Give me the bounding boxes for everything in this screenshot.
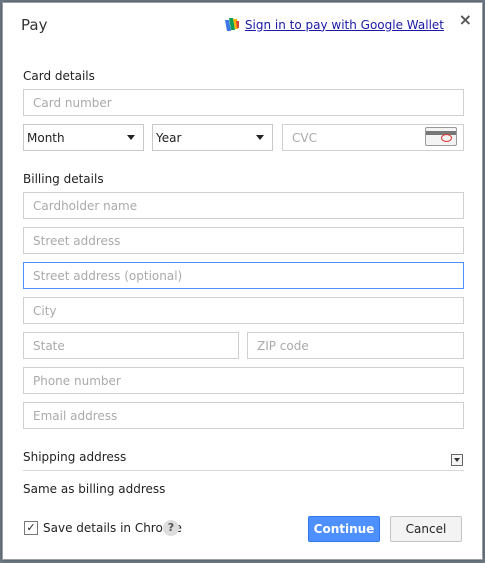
- dialog-title: Pay: [21, 16, 48, 34]
- year-select-value: Year: [156, 130, 182, 145]
- shipping-address-value[interactable]: Same as billing address: [23, 482, 165, 496]
- save-details-label[interactable]: Save details in Chrome: [43, 521, 182, 535]
- wallet-signin[interactable]: Sign in to pay with Google Wallet: [224, 17, 444, 32]
- shipping-address-label: Shipping address: [23, 450, 127, 464]
- state-input[interactable]: [23, 332, 239, 359]
- shipping-dropdown-icon[interactable]: [451, 454, 463, 466]
- email-address-input[interactable]: [23, 402, 464, 429]
- card-details-label: Card details: [23, 69, 95, 83]
- divider: [23, 470, 464, 471]
- street-address-optional-input[interactable]: [23, 262, 464, 289]
- month-select-value: Month: [27, 130, 65, 145]
- chevron-down-icon: [127, 135, 135, 140]
- save-details-checkbox[interactable]: ✓: [24, 521, 38, 535]
- card-number-input[interactable]: [23, 89, 464, 116]
- google-wallet-icon: [224, 18, 239, 31]
- phone-number-input[interactable]: [23, 367, 464, 394]
- month-select[interactable]: Month: [23, 124, 144, 151]
- credit-card-icon: [425, 127, 457, 146]
- help-icon[interactable]: ?: [163, 520, 179, 536]
- billing-details-label: Billing details: [23, 172, 104, 186]
- zip-code-input[interactable]: [247, 332, 464, 359]
- close-icon[interactable]: ×: [459, 10, 472, 29]
- wallet-signin-link[interactable]: Sign in to pay with Google Wallet: [245, 18, 444, 32]
- city-input[interactable]: [23, 297, 464, 324]
- cardholder-name-input[interactable]: [23, 192, 464, 219]
- cvc-field-wrapper: [282, 124, 464, 151]
- street-address-input[interactable]: [23, 227, 464, 254]
- pay-dialog: Pay Sign in to pay with Google Wallet × …: [2, 2, 483, 560]
- year-select[interactable]: Year: [152, 124, 273, 151]
- continue-button[interactable]: Continue: [308, 516, 380, 542]
- chevron-down-icon: [256, 135, 264, 140]
- cancel-button[interactable]: Cancel: [390, 516, 462, 542]
